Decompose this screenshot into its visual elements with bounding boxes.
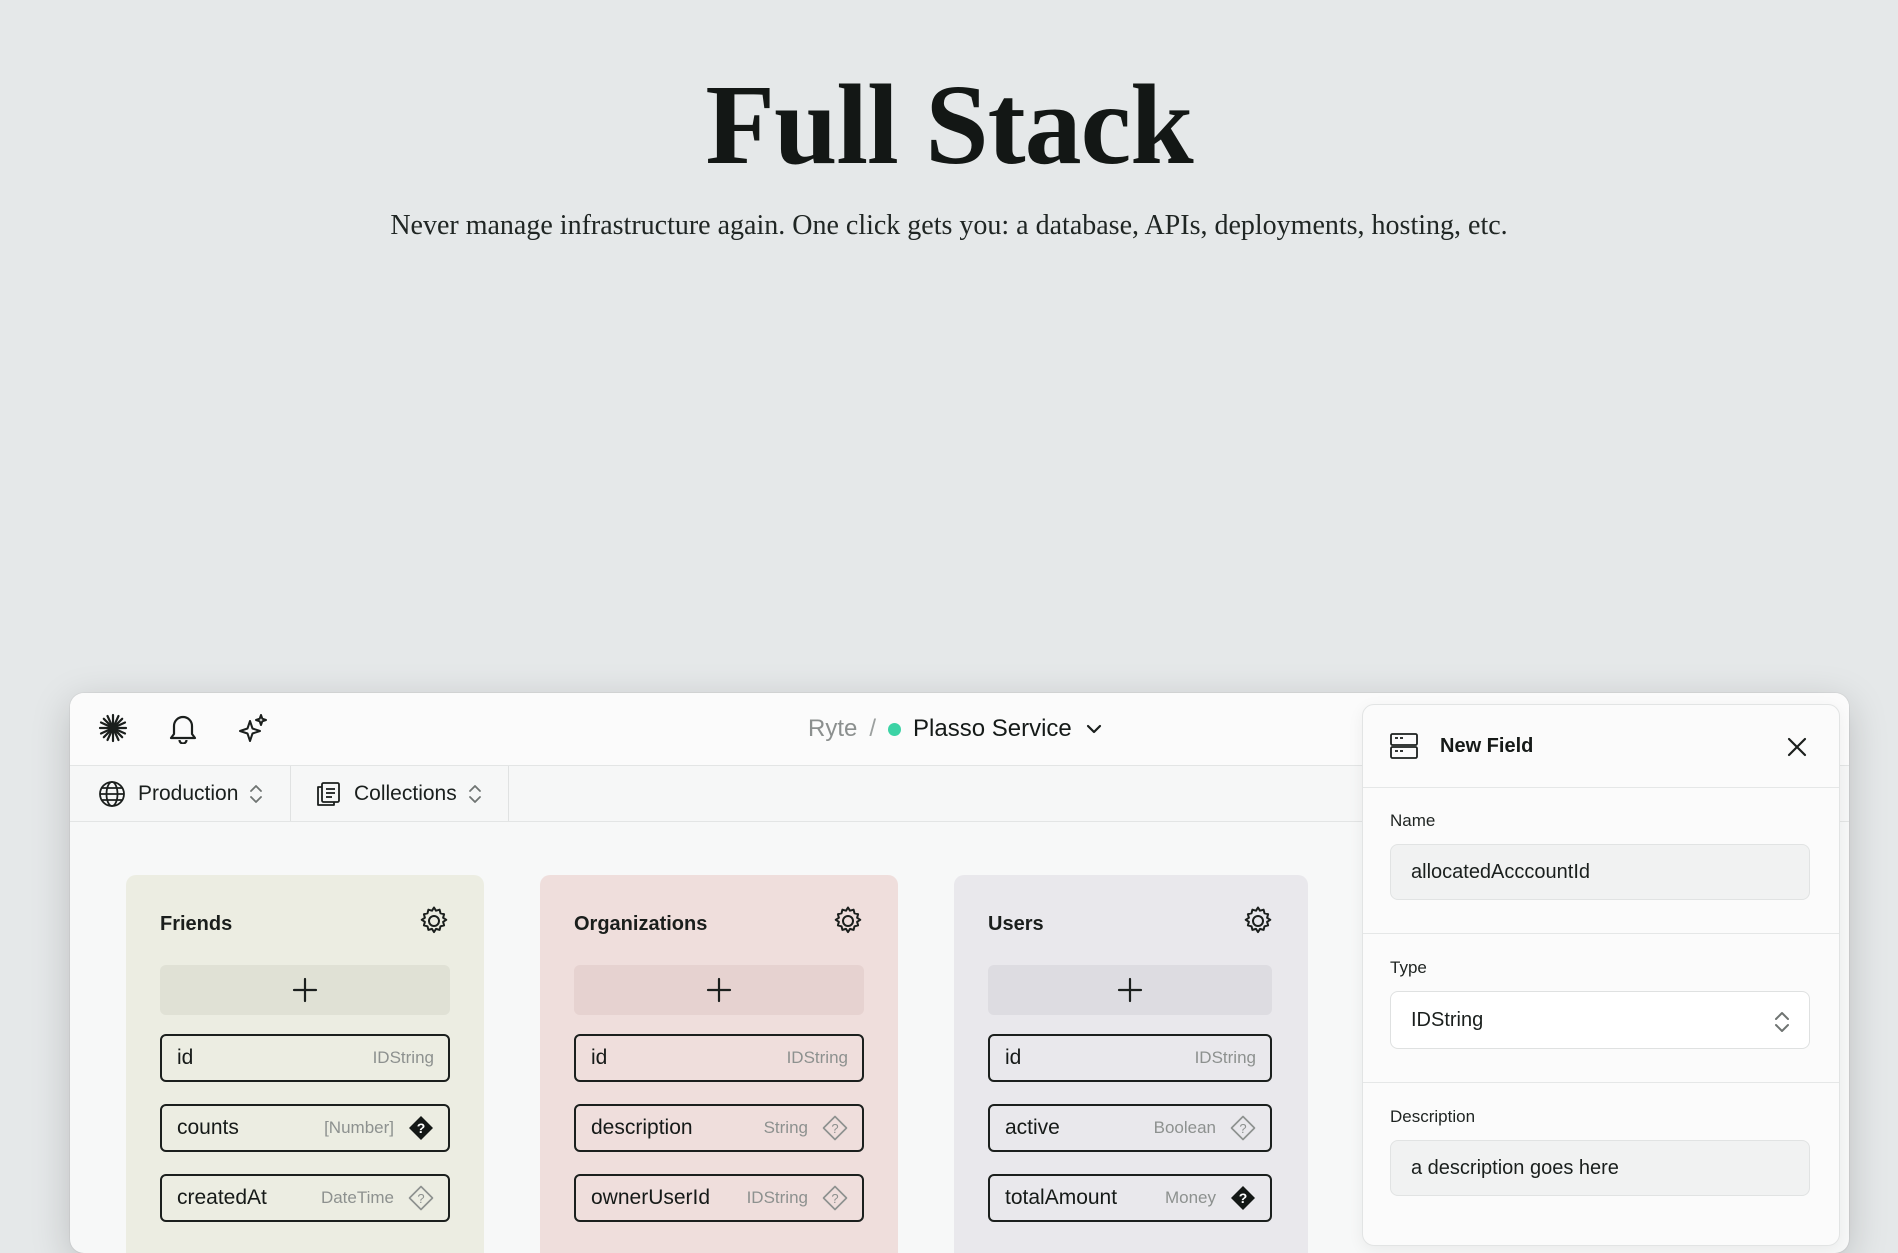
status-dot	[888, 722, 902, 736]
breadcrumb-separator: /	[869, 715, 877, 742]
field-type: IDString	[746, 1188, 808, 1207]
type-label: Type	[1390, 958, 1427, 977]
field-name: ownerUserId	[591, 1186, 711, 1209]
field-row[interactable]: id IDString	[160, 1034, 450, 1082]
field-name: counts	[177, 1116, 239, 1139]
field-type: [Number]	[324, 1118, 394, 1137]
field-type: Boolean	[1153, 1118, 1216, 1137]
field-type: DateTime	[320, 1188, 394, 1207]
environment-label: Production	[138, 781, 239, 805]
collection-title: Friends	[160, 913, 233, 935]
add-field-button[interactable]	[988, 965, 1272, 1015]
plus-icon	[291, 976, 319, 1004]
optional-icon[interactable]: ?	[822, 1115, 848, 1141]
collection-title: Users	[988, 913, 1044, 935]
description-label: Description	[1390, 1107, 1476, 1126]
type-select[interactable]: IDString	[1390, 991, 1810, 1049]
field-type: String	[763, 1118, 808, 1137]
divider	[508, 766, 509, 821]
section-label: Collections	[354, 781, 457, 805]
field-name: createdAt	[177, 1186, 267, 1209]
divider	[1363, 1082, 1839, 1083]
field-row[interactable]: id IDString	[988, 1034, 1272, 1082]
field-type: Money	[1164, 1188, 1216, 1207]
required-icon[interactable]: ?	[408, 1115, 434, 1141]
collection-card-friends: Friends id IDString counts [Number]? created…	[126, 875, 484, 1253]
svg-text:?: ?	[831, 1121, 838, 1136]
required-icon[interactable]: ?	[1230, 1185, 1256, 1211]
gear-icon[interactable]	[832, 905, 864, 937]
panel-header: New Field	[1363, 705, 1839, 788]
field-name: id	[177, 1046, 194, 1069]
field-name: description	[591, 1116, 693, 1139]
chevron-updown-icon	[248, 783, 264, 805]
collections-icon	[314, 780, 342, 808]
svg-text:?: ?	[417, 1191, 424, 1206]
collection-card-organizations: Organizations id IDString description Strin…	[540, 875, 898, 1253]
chevron-down-icon[interactable]	[1084, 719, 1104, 739]
collection-title: Organizations	[574, 913, 708, 935]
sparkles-icon[interactable]	[236, 711, 270, 745]
plus-icon	[1116, 976, 1144, 1004]
field-name: active	[1005, 1116, 1060, 1139]
close-icon[interactable]	[1783, 733, 1811, 761]
add-field-button[interactable]	[574, 965, 864, 1015]
field-type: IDString	[1194, 1048, 1256, 1067]
field-row[interactable]: active Boolean?	[988, 1104, 1272, 1152]
panel-title: New Field	[1440, 735, 1534, 757]
section-selector[interactable]: Collections	[314, 766, 483, 821]
svg-text:?: ?	[1239, 1190, 1248, 1206]
chevron-updown-icon	[467, 783, 483, 805]
field-type: IDString	[786, 1048, 848, 1067]
svg-text:?: ?	[417, 1120, 426, 1136]
database-icon	[1389, 731, 1419, 766]
field-name: id	[591, 1046, 608, 1069]
collection-card-users: Users id IDString active Boolean? totalAmoun…	[954, 875, 1308, 1253]
field-row[interactable]: description String?	[574, 1104, 864, 1152]
svg-text:?: ?	[1239, 1121, 1246, 1136]
divider	[290, 766, 291, 821]
field-row[interactable]: totalAmount Money?	[988, 1174, 1272, 1222]
field-name: id	[1005, 1046, 1022, 1069]
field-name: totalAmount	[1005, 1186, 1118, 1209]
breadcrumb: Ryte / Plasso Service	[808, 713, 1104, 745]
field-row[interactable]: id IDString	[574, 1034, 864, 1082]
globe-icon	[98, 780, 126, 808]
hero-subtitle: Never manage infrastructure again. One c…	[390, 210, 1508, 241]
chevron-updown-icon	[1773, 1010, 1791, 1034]
gear-icon[interactable]	[1242, 905, 1274, 937]
gear-icon[interactable]	[418, 905, 450, 937]
hero-title: Full Stack	[705, 61, 1193, 188]
optional-icon[interactable]: ?	[822, 1185, 848, 1211]
field-row[interactable]: ownerUserId IDString?	[574, 1174, 864, 1222]
optional-icon[interactable]: ?	[1230, 1115, 1256, 1141]
divider	[1363, 933, 1839, 934]
bell-icon[interactable]	[166, 711, 200, 745]
optional-icon[interactable]: ?	[408, 1185, 434, 1211]
breadcrumb-org[interactable]: Ryte	[808, 715, 857, 743]
svg-text:?: ?	[831, 1191, 838, 1206]
field-row[interactable]: counts [Number]?	[160, 1104, 450, 1152]
environment-selector[interactable]: Production	[98, 766, 264, 821]
project-name[interactable]: Plasso Service	[913, 715, 1072, 743]
name-label: Name	[1390, 811, 1436, 830]
asterisk-icon[interactable]	[96, 711, 130, 745]
field-row[interactable]: createdAt DateTime?	[160, 1174, 450, 1222]
name-input[interactable]: allocatedAcccountId	[1390, 844, 1810, 900]
add-field-button[interactable]	[160, 965, 450, 1015]
plus-icon	[705, 976, 733, 1004]
description-input[interactable]: a description goes here	[1390, 1140, 1810, 1196]
field-type: IDString	[372, 1048, 434, 1067]
type-select-value: IDString	[1411, 1008, 1484, 1031]
new-field-panel: New Field Name allocatedAcccountId Type …	[1362, 704, 1840, 1246]
